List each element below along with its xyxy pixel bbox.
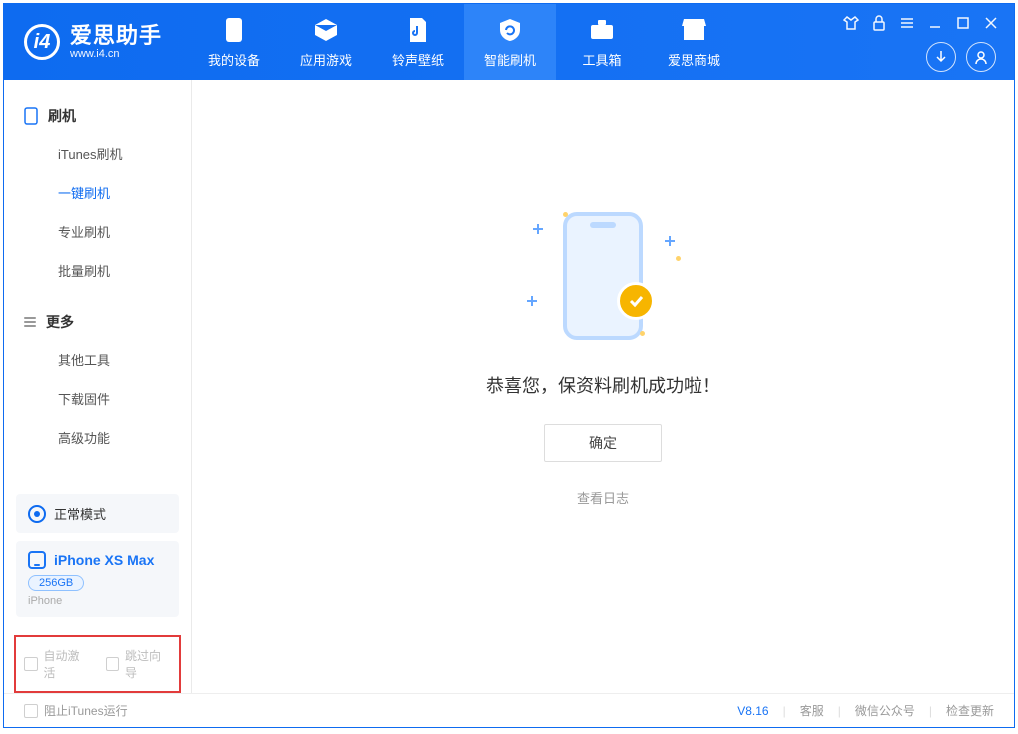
close-icon[interactable] [982,14,1000,32]
tab-ringtones[interactable]: 铃声壁纸 [372,4,464,80]
shield-refresh-icon [496,16,524,44]
logo-icon: i4 [24,24,60,60]
mode-icon [28,505,46,523]
checkbox-auto-activate[interactable]: 自动激活 [24,647,90,681]
tab-flash[interactable]: 智能刷机 [464,4,556,80]
tab-my-device[interactable]: 我的设备 [188,4,280,80]
check-badge-icon [617,282,655,320]
checkbox-label: 跳过向导 [125,647,171,681]
shirt-icon[interactable] [842,14,860,32]
checkbox-label: 自动激活 [44,647,90,681]
checkbox-block-itunes[interactable]: 阻止iTunes运行 [24,702,128,719]
phone-icon [28,551,46,569]
cube-icon [312,16,340,44]
tab-apps[interactable]: 应用游戏 [280,4,372,80]
menu-icon[interactable] [898,14,916,32]
sidebar-item-advanced[interactable]: 高级功能 [4,418,191,457]
main-tabs: 我的设备 应用游戏 铃声壁纸 智能刷机 工具箱 爱思商城 [188,4,740,80]
device-type: iPhone [28,595,167,607]
options-highlight-box: 自动激活 跳过向导 [14,635,181,693]
device-storage-badge: 256GB [28,575,84,591]
tab-label: 爱思商城 [668,50,720,69]
status-bar: 阻止iTunes运行 V8.16 | 客服 | 微信公众号 | 检查更新 [4,693,1014,727]
device-icon [220,16,248,44]
tab-label: 工具箱 [583,50,622,69]
phone-icon [24,107,38,125]
user-button[interactable] [966,42,996,72]
mode-label: 正常模式 [54,504,106,523]
tab-label: 应用游戏 [300,50,352,69]
maximize-icon[interactable] [954,14,972,32]
device-mode-card[interactable]: 正常模式 [16,494,179,533]
check-update-link[interactable]: 检查更新 [946,702,994,719]
checkbox-box-icon [106,657,120,671]
sidebar-item-itunes[interactable]: iTunes刷机 [4,134,191,173]
group-label: 刷机 [48,106,76,126]
checkbox-box-icon [24,657,38,671]
version-label: V8.16 [737,704,768,718]
toolbox-icon [588,16,616,44]
sidebar-item-pro[interactable]: 专业刷机 [4,212,191,251]
download-button[interactable] [926,42,956,72]
checkbox-label: 阻止iTunes运行 [44,702,128,719]
app-header: i4 爱思助手 www.i4.cn 我的设备 应用游戏 铃声壁纸 智能刷机 [4,4,1014,80]
tab-toolbox[interactable]: 工具箱 [556,4,648,80]
main-content: 恭喜您，保资料刷机成功啦！ 确定 查看日志 [192,80,1014,693]
list-icon [24,317,36,327]
device-name: iPhone XS Max [54,552,154,568]
wechat-link[interactable]: 微信公众号 [855,702,915,719]
sidebar-item-batch[interactable]: 批量刷机 [4,251,191,290]
lock-icon[interactable] [870,14,888,32]
tab-label: 铃声壁纸 [392,50,444,69]
checkbox-skip-guide[interactable]: 跳过向导 [106,647,172,681]
dot-icon [640,331,645,336]
sidebar-item-onekey[interactable]: 一键刷机 [4,173,191,212]
logo: i4 爱思助手 www.i4.cn [4,4,180,80]
sidebar-group-flash: 刷机 [4,98,191,134]
sparkle-icon [665,236,675,246]
app-subtitle: www.i4.cn [70,48,162,60]
dot-icon [676,256,681,261]
tab-label: 我的设备 [208,50,260,69]
sidebar: 刷机 iTunes刷机 一键刷机 专业刷机 批量刷机 更多 其他工具 下载固件 … [4,80,192,693]
success-illustration [523,206,683,346]
group-label: 更多 [46,312,74,332]
sidebar-group-more: 更多 [4,304,191,340]
tab-store[interactable]: 爱思商城 [648,4,740,80]
device-info-card[interactable]: iPhone XS Max 256GB iPhone [16,541,179,617]
success-message: 恭喜您，保资料刷机成功啦！ [486,372,720,398]
phone-graphic [563,212,643,340]
sidebar-item-download-fw[interactable]: 下载固件 [4,379,191,418]
music-file-icon [404,16,432,44]
window-controls [842,14,1000,32]
sparkle-icon [533,224,543,234]
tab-label: 智能刷机 [484,50,536,69]
sidebar-item-other-tools[interactable]: 其他工具 [4,340,191,379]
checkbox-box-icon [24,704,38,718]
app-title: 爱思助手 [70,24,162,48]
sparkle-icon [527,296,537,306]
header-actions [926,42,996,72]
store-icon [680,16,708,44]
support-link[interactable]: 客服 [800,702,824,719]
dot-icon [563,212,568,217]
minimize-icon[interactable] [926,14,944,32]
ok-button[interactable]: 确定 [544,424,662,462]
view-log-link[interactable]: 查看日志 [577,488,629,507]
